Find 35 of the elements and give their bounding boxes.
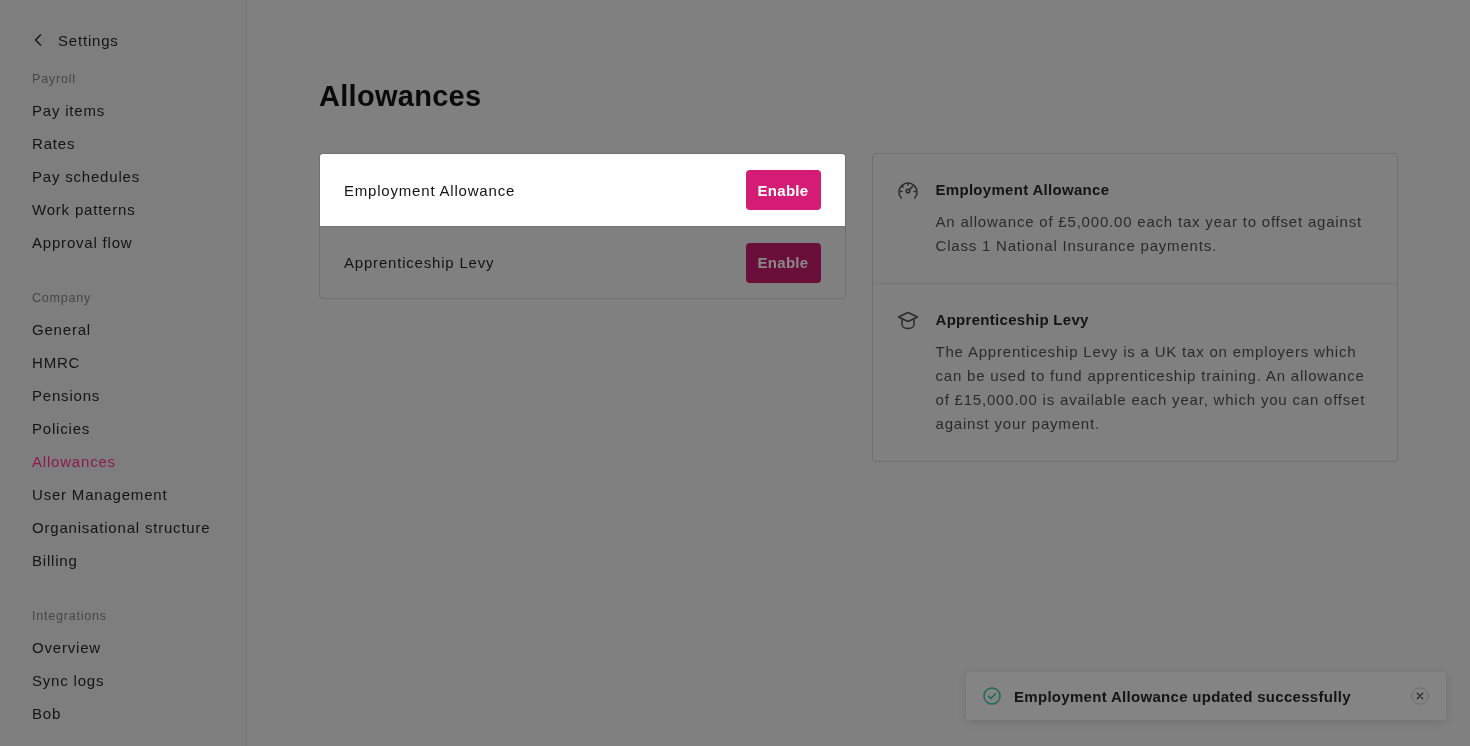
close-button[interactable] (1411, 687, 1429, 705)
sidebar-item[interactable]: Billing (32, 544, 78, 577)
toast-message: Employment Allowance updated successfully (1014, 687, 1352, 705)
back-link[interactable]: Settings (32, 28, 119, 52)
info-description: The Apprenticeship Levy is a UK tax on employers which can be used to fund apprenticeship training. An allowance of £15,000.00 is available each year, which you can offset against your payment. (935, 342, 1367, 434)
enable-button[interactable]: Enable (745, 242, 821, 283)
sidebar-item[interactable]: Pay schedules (32, 160, 140, 193)
check-circle-icon (983, 687, 1001, 705)
sidebar-item[interactable]: Pensions (32, 379, 101, 412)
chevron-left-icon (34, 34, 42, 46)
info-title: Employment Allowance (935, 180, 1110, 200)
gauge-icon (896, 180, 919, 200)
sidebar-item[interactable]: Policies (32, 412, 91, 445)
sidebar-item[interactable]: Bob (32, 697, 62, 730)
section-heading: Payroll (32, 71, 76, 88)
sidebar-item[interactable]: Work patterns (32, 193, 136, 226)
close-icon (1411, 687, 1429, 705)
sidebar-item[interactable]: Overview (32, 631, 101, 664)
graduation-cap-icon (896, 310, 919, 330)
sidebar-item[interactable]: HMRC (32, 346, 81, 379)
sidebar-item[interactable]: Organisational structure (32, 511, 211, 544)
enable-button[interactable]: Enable (745, 170, 821, 210)
info-title: Apprenticeship Levy (935, 310, 1089, 330)
sidebar-item[interactable]: Approval flow (32, 226, 133, 259)
section-heading: Integrations (32, 608, 107, 625)
sidebar-item[interactable]: Pay items (32, 94, 106, 127)
sidebar-item[interactable]: Rates (32, 127, 76, 160)
allowance-name: Apprenticeship Levy (344, 254, 495, 271)
sidebar-item[interactable]: User Management (32, 478, 168, 511)
back-link-label: Settings (58, 31, 119, 49)
sidebar-item[interactable]: General (32, 313, 91, 346)
page-title: Allowances (319, 79, 482, 114)
sidebar-item[interactable]: Sync logs (32, 664, 105, 697)
info-description: An allowance of £5,000.00 each tax year to offset against Class 1 National Insurance payments. (935, 212, 1363, 256)
allowance-name: Employment Allowance (344, 181, 516, 199)
